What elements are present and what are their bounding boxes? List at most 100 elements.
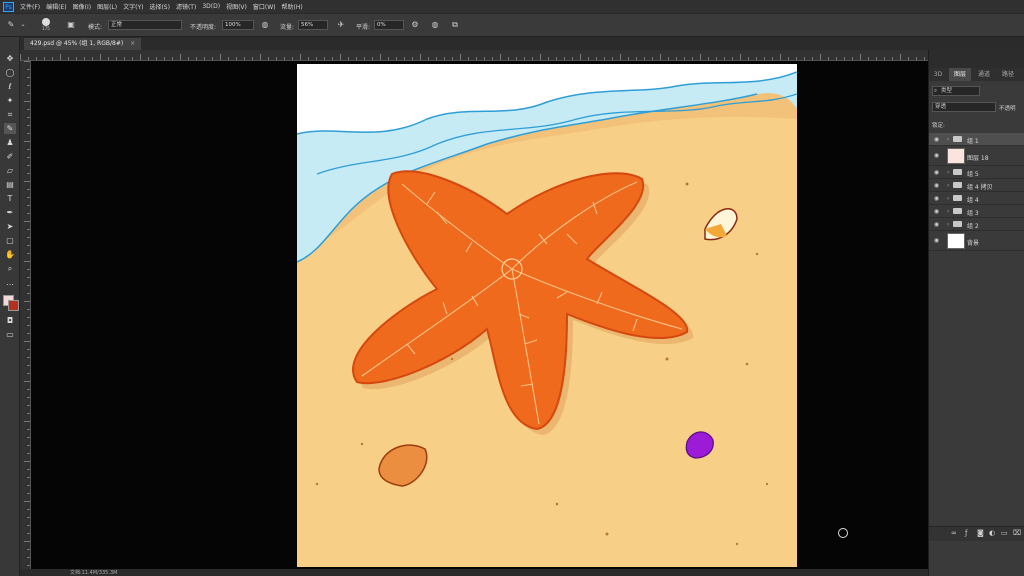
opacity-input[interactable]: 100% (222, 20, 254, 30)
ruler-tick (852, 57, 853, 60)
tab-channels[interactable]: 通道 (973, 68, 995, 81)
close-icon[interactable]: × (130, 40, 135, 47)
eye-icon[interactable]: ◉ (933, 152, 940, 159)
eye-icon[interactable]: ◉ (933, 208, 940, 215)
stamp-tool-icon[interactable]: ♟ (4, 137, 16, 148)
layer-row[interactable]: ◉ 背景 (929, 231, 1024, 251)
menu-image[interactable]: 图像(I) (73, 2, 91, 11)
ruler-tick (52, 57, 53, 60)
layer-filter-select[interactable]: ⌕ 类型 (932, 86, 980, 96)
shape-tool-icon[interactable]: ▢ (4, 235, 16, 246)
blend-mode-select[interactable]: 穿透 (932, 102, 996, 112)
ruler-tick (24, 141, 30, 142)
layer-row[interactable]: ◉ › 组 4 拷贝 (929, 179, 1024, 192)
menu-type[interactable]: 文字(Y) (123, 2, 143, 11)
menu-layer[interactable]: 图层(L) (97, 2, 117, 11)
screen-mode-icon[interactable]: ▭ (4, 329, 16, 340)
ruler-tick (716, 57, 717, 60)
ruler-tick (27, 109, 30, 110)
horizontal-ruler[interactable] (20, 50, 928, 61)
layer-row[interactable]: ◉ › 组 4 (929, 192, 1024, 205)
pen-tool-icon[interactable]: ✒ (4, 207, 16, 218)
ruler-tick (780, 54, 781, 60)
ruler-tick (436, 57, 437, 60)
marquee-tool-icon[interactable]: ◯ (4, 67, 16, 78)
flow-input[interactable]: 56% (298, 20, 328, 30)
folder-icon (953, 136, 962, 142)
gradient-tool-icon[interactable]: ▤ (4, 179, 16, 190)
brush-tool-icon[interactable]: ✎ (4, 123, 16, 134)
eye-icon[interactable]: ◉ (933, 221, 940, 228)
menu-select[interactable]: 选择(S) (149, 2, 170, 11)
adjustment-icon[interactable]: ◐ (989, 529, 995, 537)
eye-icon[interactable]: ◉ (933, 237, 940, 244)
eye-icon[interactable]: ◉ (933, 195, 940, 202)
layer-row[interactable]: ◉ › 组 5 (929, 166, 1024, 179)
fx-icon[interactable]: ƒ (965, 529, 967, 537)
more-tools-icon[interactable]: … (4, 277, 16, 288)
crop-tool-icon[interactable]: ⌗ (4, 109, 16, 120)
eraser-tool-icon[interactable]: ▱ (4, 165, 16, 176)
chevron-right-icon[interactable]: › (947, 169, 949, 176)
document-tab[interactable]: 429.psd @ 45% (组 1, RGB/8#) × (24, 38, 142, 50)
brush-preset-icon[interactable]: ✎ (6, 20, 16, 30)
chevron-right-icon[interactable]: › (947, 182, 949, 189)
chevron-right-icon[interactable]: › (947, 208, 949, 215)
link-icon[interactable]: ∞ (951, 529, 957, 537)
hand-tool-icon[interactable]: ✋ (4, 249, 16, 260)
chevron-down-icon[interactable]: ⌄ (18, 20, 28, 30)
menu-help[interactable]: 帮助(H) (282, 2, 303, 11)
tab-paths[interactable]: 路径 (997, 68, 1019, 81)
eye-icon[interactable]: ◉ (933, 136, 940, 143)
ruler-tick (27, 333, 30, 334)
quick-select-tool-icon[interactable]: ✦ (4, 95, 16, 106)
eye-icon[interactable]: ◉ (933, 169, 940, 176)
menu-filter[interactable]: 滤镜(T) (176, 2, 196, 11)
ruler-tick (796, 57, 797, 60)
type-tool-icon[interactable]: T (4, 193, 16, 204)
pressure-opacity-icon[interactable]: ◍ (260, 20, 270, 30)
new-group-icon[interactable]: ▭ (1001, 529, 1008, 537)
layer-row[interactable]: ◉ 图层 18 (929, 146, 1024, 166)
chevron-right-icon[interactable]: › (947, 136, 949, 143)
menu-window[interactable]: 窗口(W) (253, 2, 276, 11)
mask-icon[interactable]: ◙ (977, 529, 984, 537)
zoom-tool-icon[interactable]: ⌕ (4, 263, 16, 274)
options-bar: ✎ ⌄ 175 ▣ 模式: 正常 不透明度: 100% ◍ 流量: 56% ✈ … (0, 13, 1024, 37)
layer-row[interactable]: ◉ › 组 2 (929, 218, 1024, 231)
menu-file[interactable]: 文件(F) (20, 2, 40, 11)
quick-mask-icon[interactable]: ◘ (4, 315, 16, 326)
document-canvas[interactable] (297, 64, 797, 567)
ruler-tick (76, 57, 77, 60)
chevron-right-icon[interactable]: › (947, 195, 949, 202)
eye-icon[interactable]: ◉ (933, 182, 940, 189)
airbrush-icon[interactable]: ✈ (336, 20, 346, 30)
move-tool-icon[interactable]: ✥ (4, 53, 16, 64)
brush-panel-icon[interactable]: ▣ (66, 20, 76, 30)
mode-select[interactable]: 正常 (108, 20, 182, 30)
symmetry-icon[interactable]: ⧉ (450, 20, 460, 30)
background-color-swatch[interactable] (8, 300, 19, 311)
history-brush-tool-icon[interactable]: ✐ (4, 151, 16, 162)
ruler-tick (24, 421, 30, 422)
tab-layers[interactable]: 图层 (949, 68, 971, 81)
menu-3d[interactable]: 3D(D) (202, 3, 220, 10)
ruler-tick (244, 57, 245, 60)
smoothing-input[interactable]: 0% (374, 20, 404, 30)
ruler-tick (788, 57, 789, 60)
gear-icon[interactable]: ⚙ (410, 20, 420, 30)
layer-row[interactable]: ◉ › 组 1 (929, 133, 1024, 146)
tab-3d[interactable]: 3D (929, 68, 947, 81)
ruler-tick (27, 549, 30, 550)
menu-view[interactable]: 视图(V) (226, 2, 247, 11)
path-select-tool-icon[interactable]: ➤ (4, 221, 16, 232)
trash-icon[interactable]: ⌧ (1013, 529, 1021, 537)
ruler-tick (148, 57, 149, 60)
lasso-tool-icon[interactable]: ℓ (4, 81, 16, 92)
layer-row[interactable]: ◉ › 组 3 (929, 205, 1024, 218)
pressure-size-icon[interactable]: ◍ (430, 20, 440, 30)
vertical-ruler[interactable] (20, 61, 31, 576)
brush-size-picker[interactable]: 175 (40, 17, 52, 31)
chevron-right-icon[interactable]: › (947, 221, 949, 228)
menu-edit[interactable]: 编辑(E) (46, 2, 66, 11)
